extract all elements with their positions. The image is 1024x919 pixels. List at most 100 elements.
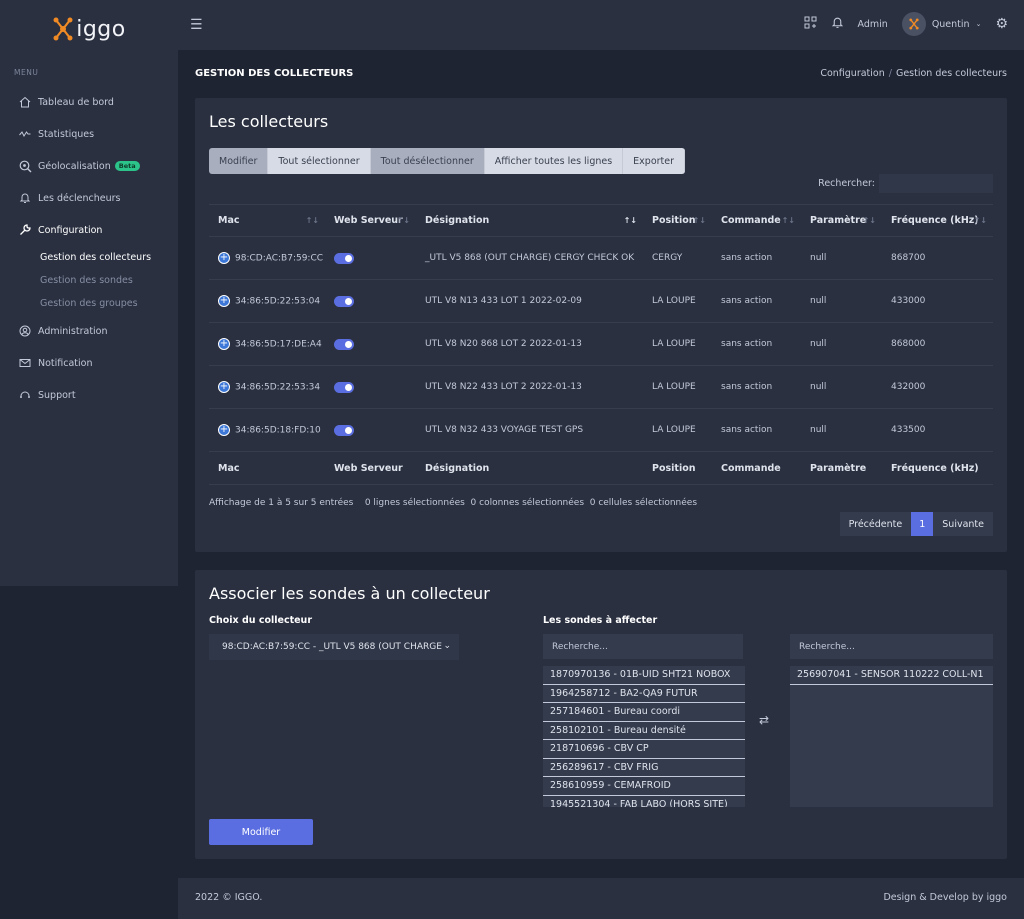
- bell-icon: [18, 191, 32, 205]
- cell-frequency: 433500: [882, 408, 993, 452]
- swap-arrows-icon[interactable]: ⇄: [759, 713, 769, 727]
- sort-icon: ↑↓: [305, 216, 319, 225]
- sidebar-item-triggers[interactable]: Les déclencheurs: [0, 182, 178, 214]
- list-item[interactable]: 256289617 - CBV FRIG: [543, 759, 745, 777]
- available-probes-search[interactable]: Recherche...: [543, 634, 743, 659]
- user-name: Quentin: [931, 18, 970, 30]
- export-button[interactable]: Exporter: [623, 148, 686, 174]
- modify-button[interactable]: Modifier: [209, 148, 269, 174]
- collectors-card: Les collecteurs Modifier Tout sélectionn…: [195, 98, 1007, 552]
- table-row[interactable]: +34:86:5D:22:53:04 UTL V8 N13 433 LOT 1 …: [209, 279, 993, 323]
- cell-mac: 98:CD:AC:B7:59:CC: [235, 253, 324, 264]
- col-header-frequency[interactable]: Fréquence (kHz) ↑↓: [882, 204, 993, 237]
- sidebar-item-support[interactable]: Support: [0, 379, 178, 411]
- subnav-groups[interactable]: Gestion des groupes: [40, 292, 178, 315]
- list-item[interactable]: 257184601 - Bureau coordi: [543, 703, 745, 722]
- col-footer-frequency: Fréquence (kHz): [882, 451, 993, 485]
- chevron-down-icon: ⌄: [443, 641, 451, 651]
- list-item[interactable]: 1964258712 - BA2-QA9 FUTUR: [543, 685, 745, 703]
- cell-position: LA LOUPE: [643, 365, 712, 409]
- list-item[interactable]: 1945521304 - FAB LABO (HORS SITE): [543, 796, 745, 807]
- cell-command: sans action: [712, 365, 801, 409]
- col-footer-designation: Désignation: [416, 451, 643, 485]
- avatar: [901, 12, 926, 36]
- sidebar-item-label: Géolocalisation: [38, 160, 111, 172]
- sidebar-item-label: Support: [38, 389, 76, 401]
- activity-icon: [18, 127, 32, 141]
- web-server-toggle[interactable]: [334, 424, 354, 436]
- expand-row-icon[interactable]: +: [218, 424, 230, 436]
- user-circle-icon: [18, 324, 32, 338]
- table-row[interactable]: +98:CD:AC:B7:59:CC _UTL V5 868 (OUT CHAR…: [209, 236, 993, 280]
- expand-row-icon[interactable]: +: [218, 381, 230, 393]
- table-search-input[interactable]: [879, 174, 993, 193]
- configuration-submenu: Gestion des collecteurs Gestion des sond…: [0, 246, 178, 315]
- col-header-position[interactable]: Position ↑↓: [643, 204, 712, 237]
- cell-mac: 34:86:5D:22:53:04: [235, 296, 321, 307]
- table-row[interactable]: +34:86:5D:17:DE:A4 UTL V8 N20 868 LOT 2 …: [209, 322, 993, 366]
- list-item[interactable]: 258610959 - CEMAFROID: [543, 777, 745, 796]
- web-server-toggle[interactable]: [334, 295, 354, 307]
- table-info: Affichage de 1 à 5 sur 5 entrées 0 ligne…: [209, 498, 698, 508]
- sort-icon: ↑↓: [692, 216, 706, 225]
- notification-bell-icon[interactable]: [831, 16, 844, 32]
- col-header-parameter[interactable]: Paramètre ↑↓: [801, 204, 882, 237]
- sort-icon: ↑↓: [973, 216, 987, 225]
- apps-grid-icon[interactable]: [804, 16, 817, 32]
- gear-icon[interactable]: ⚙: [995, 16, 1008, 32]
- web-server-toggle[interactable]: [334, 381, 354, 393]
- sidebar-item-notification[interactable]: Notification: [0, 347, 178, 379]
- table-row[interactable]: +34:86:5D:18:FD:10 UTL V8 N32 433 VOYAGE…: [209, 408, 993, 452]
- sidebar-item-configuration[interactable]: Configuration: [0, 214, 178, 246]
- user-menu[interactable]: Quentin ⌄: [901, 12, 981, 36]
- assigned-probes-search[interactable]: Recherche...: [790, 634, 993, 659]
- next-page-button[interactable]: Suivante: [933, 512, 993, 536]
- col-header-mac[interactable]: Mac ↑↓: [209, 204, 325, 237]
- subnav-collectors[interactable]: Gestion des collecteurs: [40, 246, 178, 269]
- col-footer-position: Position: [643, 451, 712, 485]
- cell-command: sans action: [712, 408, 801, 452]
- col-footer-web-server: Web Serveur: [325, 451, 416, 485]
- assigned-probes-list[interactable]: 256907041 - SENSOR 110222 COLL-N1: [790, 666, 993, 807]
- web-server-toggle[interactable]: [334, 338, 354, 350]
- logo[interactable]: iggo: [0, 0, 178, 58]
- collectors-title: Les collecteurs: [209, 112, 329, 131]
- cell-command: sans action: [712, 236, 801, 280]
- sidebar-item-label: Administration: [38, 325, 108, 337]
- web-server-toggle[interactable]: [334, 252, 354, 264]
- collector-select[interactable]: 98:CD:AC:B7:59:CC - _UTL V5 868 (OUT CHA…: [209, 634, 459, 660]
- list-item[interactable]: 256907041 - SENSOR 110222 COLL-N1: [790, 666, 993, 685]
- admin-link[interactable]: Admin: [858, 19, 888, 30]
- submit-modify-button[interactable]: Modifier: [209, 819, 313, 845]
- mail-icon: [18, 356, 32, 370]
- brand-name: iggo: [76, 16, 126, 42]
- table-toolbar: Modifier Tout sélectionner Tout désélect…: [209, 148, 686, 174]
- show-all-rows-button[interactable]: Afficher toutes les lignes: [484, 148, 624, 174]
- table-row[interactable]: +34:86:5D:22:53:34 UTL V8 N22 433 LOT 2 …: [209, 365, 993, 409]
- sidebar-item-administration[interactable]: Administration: [0, 315, 178, 347]
- hamburger-menu-icon[interactable]: ☰: [190, 17, 203, 33]
- deselect-all-button[interactable]: Tout désélectionner: [370, 148, 485, 174]
- list-item[interactable]: 258102101 - Bureau densité: [543, 722, 745, 740]
- col-footer-mac: Mac: [209, 451, 325, 485]
- expand-row-icon[interactable]: +: [218, 252, 230, 264]
- cell-command: sans action: [712, 279, 801, 323]
- sidebar-item-dashboard[interactable]: Tableau de bord: [0, 86, 178, 118]
- expand-row-icon[interactable]: +: [218, 295, 230, 307]
- iggo-logo-icon: [909, 18, 919, 30]
- col-header-designation[interactable]: Désignation ↑↓: [416, 204, 643, 237]
- col-header-command[interactable]: Commande ↑↓: [712, 204, 801, 237]
- subnav-probes[interactable]: Gestion des sondes: [40, 269, 178, 292]
- available-probes-list[interactable]: 1870970136 - 01B-UID SHT21 NOBOX 1964258…: [543, 666, 745, 807]
- sidebar-item-geolocation[interactable]: Géolocalisation Beta: [0, 150, 178, 182]
- prev-page-button[interactable]: Précédente: [839, 512, 912, 536]
- list-item[interactable]: 218710696 - CBV CP: [543, 740, 745, 759]
- sidebar-item-stats[interactable]: Statistiques: [0, 118, 178, 150]
- col-header-web-server[interactable]: Web Serveur ↑↓: [325, 204, 416, 237]
- page-1-button[interactable]: 1: [911, 512, 934, 536]
- breadcrumb-item[interactable]: Configuration: [820, 68, 884, 79]
- sidebar: iggo MENU Tableau de bord Statistiques G…: [0, 0, 178, 586]
- select-all-button[interactable]: Tout sélectionner: [268, 148, 371, 174]
- list-item[interactable]: 1870970136 - 01B-UID SHT21 NOBOX: [543, 666, 745, 685]
- expand-row-icon[interactable]: +: [218, 338, 230, 350]
